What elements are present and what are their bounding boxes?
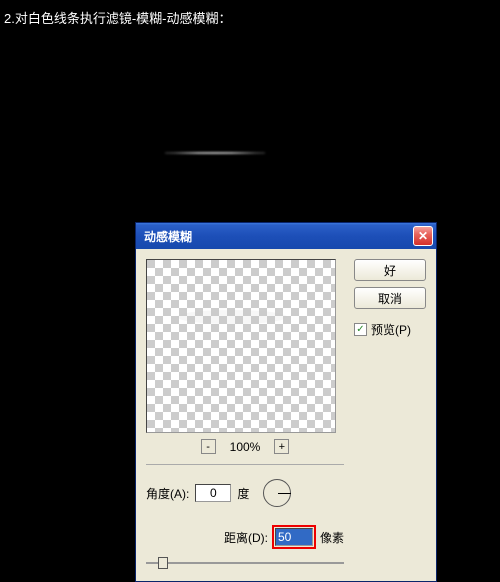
preview-canvas[interactable] [146,259,336,433]
dialog-title: 动感模糊 [144,228,192,245]
divider [146,464,344,465]
distance-highlight [272,525,316,549]
slider-thumb[interactable] [158,557,168,569]
preview-checkbox[interactable]: ✓ [354,323,367,336]
check-icon: ✓ [356,324,364,335]
angle-input[interactable] [195,484,231,502]
slider-track [146,562,344,564]
angle-dial[interactable] [263,479,291,507]
distance-unit: 像素 [320,529,344,546]
dialog-body: - 100% + 角度(A): 度 距离(D): 像素 [136,249,436,581]
zoom-in-button[interactable]: + [274,439,289,454]
distance-input[interactable] [275,528,313,546]
distance-slider[interactable] [146,555,344,571]
light-streak-preview [165,152,265,154]
close-icon: ✕ [418,229,428,243]
distance-label: 距离(D): [224,529,268,546]
zoom-out-button[interactable]: - [201,439,216,454]
angle-label: 角度(A): [146,485,189,502]
motion-blur-dialog: 动感模糊 ✕ - 100% + 角度(A): 度 距离(D): [135,222,437,582]
zoom-percent: 100% [230,440,261,454]
preview-label: 预览(P) [371,321,411,338]
instruction-text: 2.对白色线条执行滤镜-模糊-动感模糊： [0,0,500,35]
close-button[interactable]: ✕ [413,226,433,246]
cancel-button[interactable]: 取消 [354,287,426,309]
ok-button[interactable]: 好 [354,259,426,281]
titlebar[interactable]: 动感模糊 ✕ [136,223,436,249]
angle-unit: 度 [237,485,249,502]
